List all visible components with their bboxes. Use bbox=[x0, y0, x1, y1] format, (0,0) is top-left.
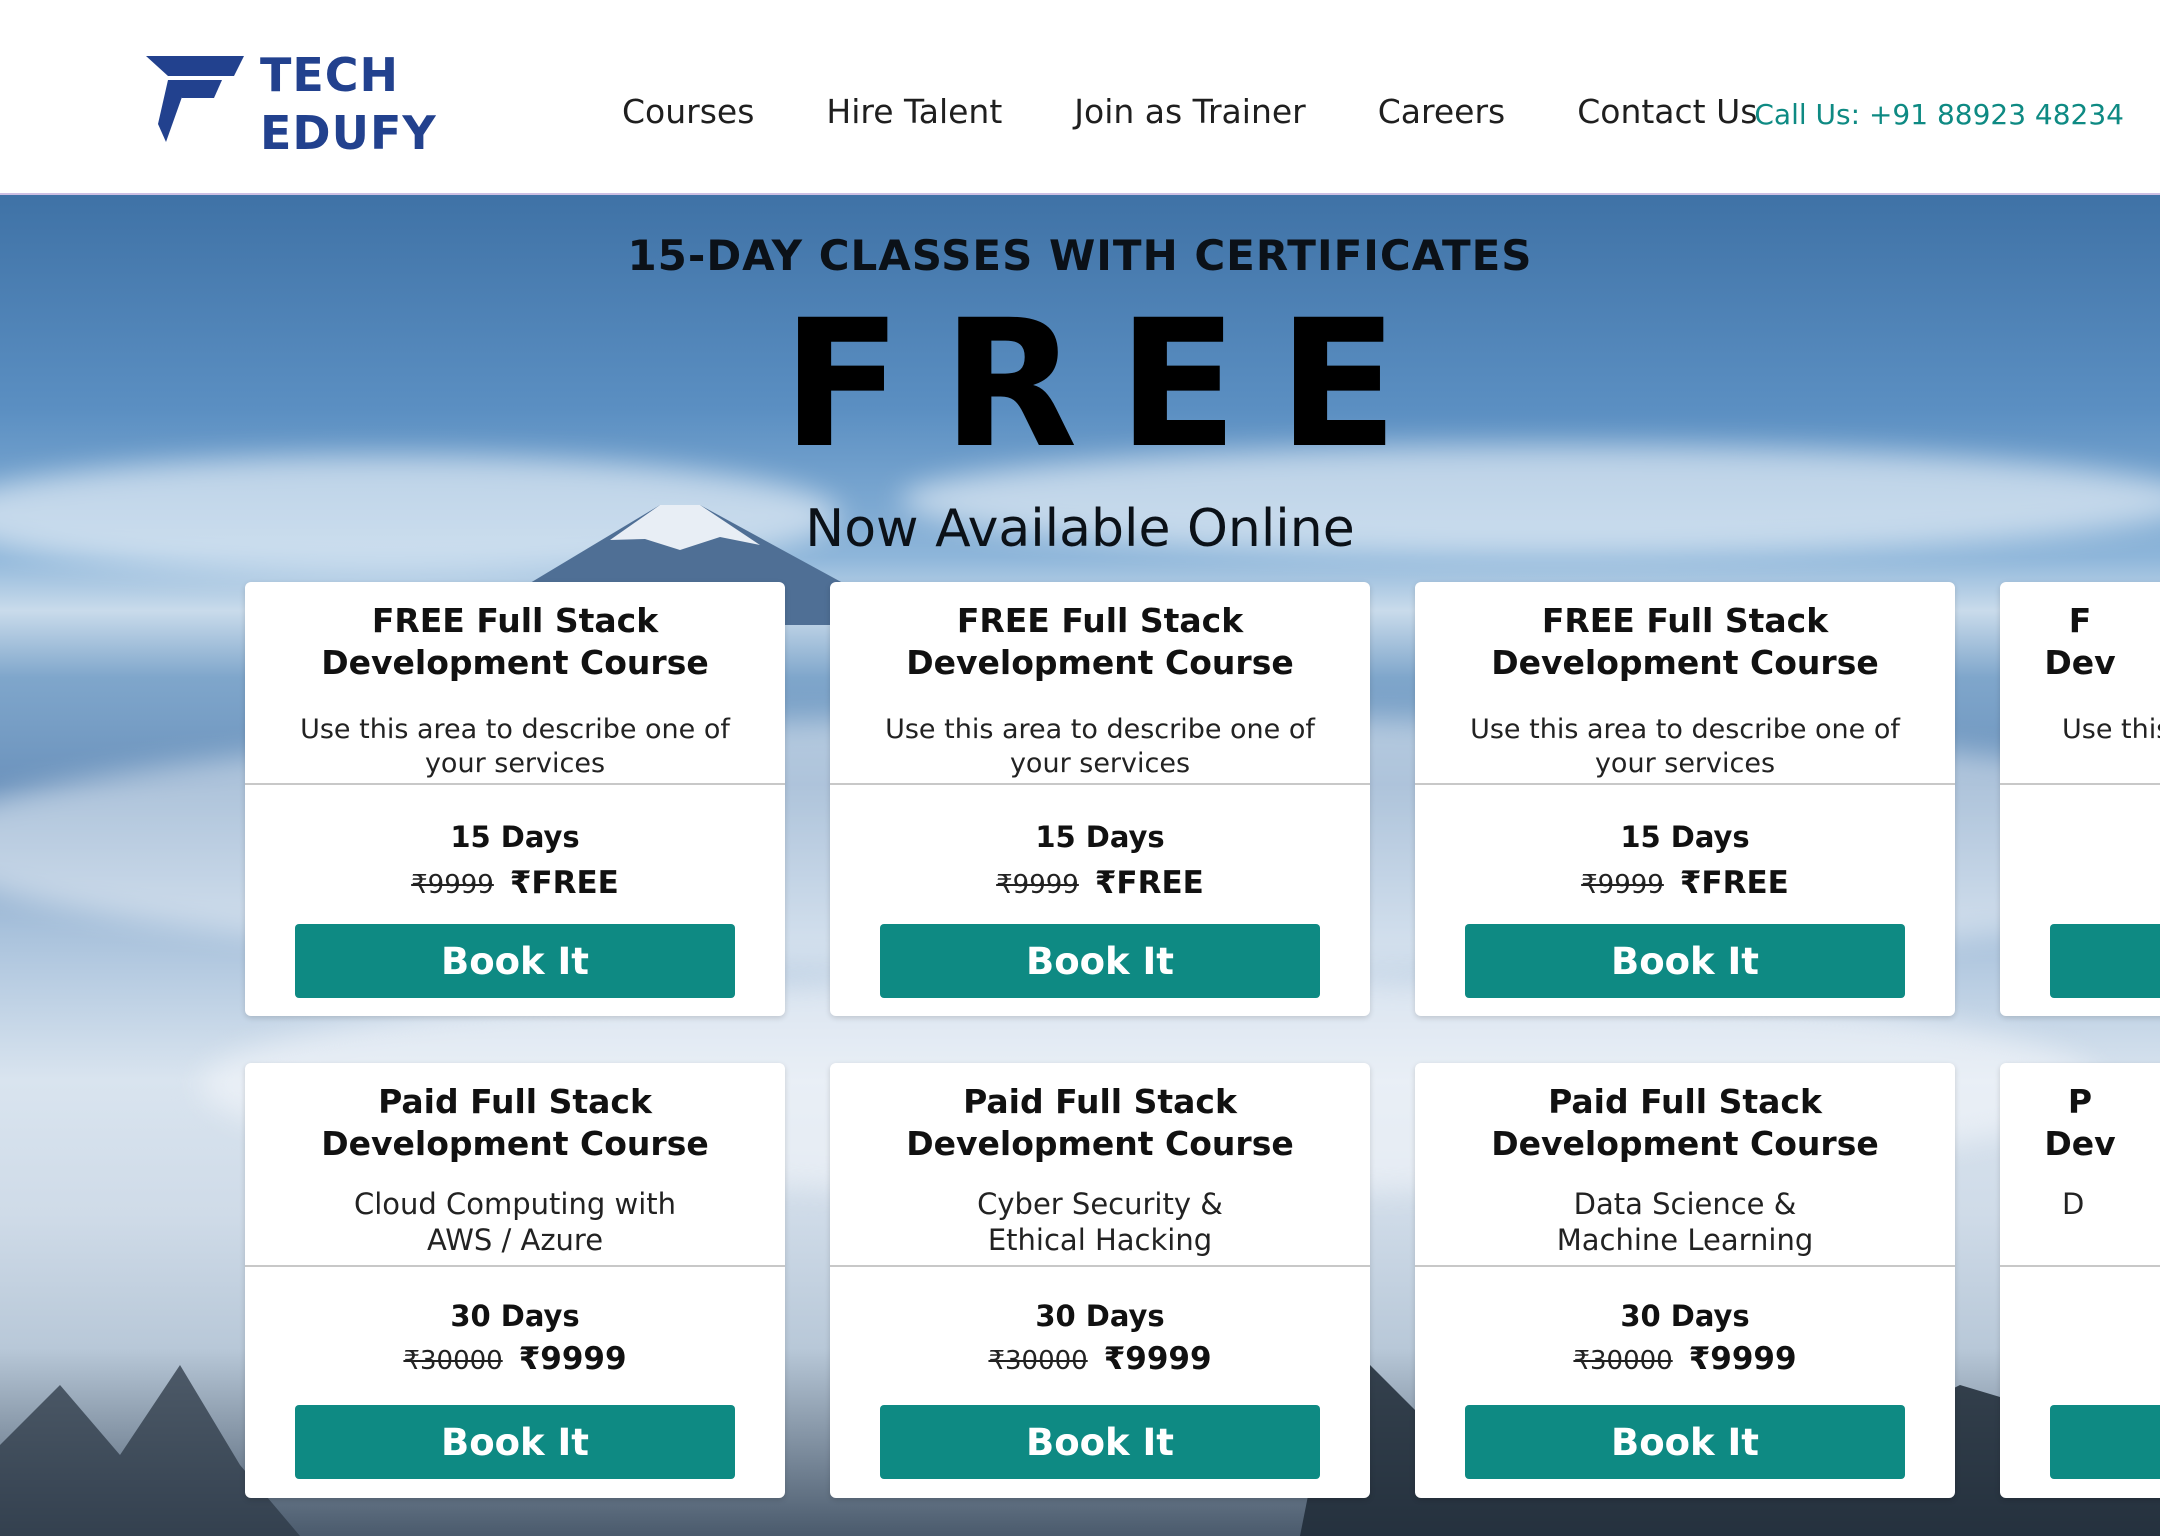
call-us-link[interactable]: Call Us: +91 88923 48234 bbox=[1754, 98, 2124, 131]
card-description: D bbox=[2062, 1187, 2085, 1221]
card-title: Paid Full Stack Development Course bbox=[321, 1082, 709, 1163]
card-duration: 30 Days bbox=[1035, 1299, 1165, 1333]
course-card-partial: F Dev Use this bbox=[2000, 582, 2160, 1016]
book-it-button[interactable]: Book It bbox=[295, 1405, 735, 1479]
new-price: ₹FREE bbox=[1679, 865, 1789, 901]
main-nav: Courses Hire Talent Join as Trainer Care… bbox=[622, 92, 1757, 131]
new-price: ₹9999 bbox=[518, 1341, 627, 1377]
card-divider bbox=[2000, 783, 2160, 785]
hero-section: 15-DAY CLASSES WITH CERTIFICATES FREE No… bbox=[0, 195, 2160, 1536]
course-card: FREE Full Stack Development Course Use t… bbox=[830, 582, 1370, 1016]
hero-headline: FREE bbox=[781, 282, 1439, 487]
course-card: Paid Full Stack Development Course Cyber… bbox=[830, 1063, 1370, 1498]
hero-subtitle: 15-DAY CLASSES WITH CERTIFICATES bbox=[627, 231, 1533, 280]
old-price: ₹9999 bbox=[411, 870, 494, 900]
card-duration: 15 Days bbox=[1035, 820, 1165, 854]
nav-careers[interactable]: Careers bbox=[1378, 92, 1505, 131]
old-price: ₹30000 bbox=[403, 1346, 503, 1376]
logo[interactable]: TECH EDUFY bbox=[144, 46, 444, 160]
course-card: FREE Full Stack Development Course Use t… bbox=[245, 582, 785, 1016]
new-price: ₹FREE bbox=[1094, 865, 1204, 901]
hero-tagline: Now Available Online bbox=[805, 499, 1355, 559]
card-price: ₹9999 ₹FREE bbox=[245, 865, 785, 901]
tech-edufy-logo-icon bbox=[146, 56, 244, 142]
site-header: TECH EDUFY Courses Hire Talent Join as T… bbox=[0, 0, 2160, 195]
card-duration: 30 Days bbox=[1620, 1299, 1750, 1333]
card-description: Cyber Security & Ethical Hacking bbox=[977, 1187, 1223, 1257]
card-title: FREE Full Stack Development Course bbox=[906, 601, 1294, 682]
nav-join-as-trainer[interactable]: Join as Trainer bbox=[1074, 92, 1305, 131]
logo-text-line1: TECH bbox=[260, 48, 400, 102]
card-price: ₹30000 ₹9999 bbox=[245, 1341, 785, 1377]
card-divider bbox=[830, 783, 1370, 785]
card-price: ₹9999 ₹FREE bbox=[1415, 865, 1955, 901]
book-it-button[interactable]: Book It bbox=[1465, 924, 1905, 998]
card-duration: 30 Days bbox=[450, 1299, 580, 1333]
old-price: ₹9999 bbox=[996, 870, 1079, 900]
logo-text: TECH EDUFY bbox=[260, 46, 437, 162]
course-card: Paid Full Stack Development Course Data … bbox=[1415, 1063, 1955, 1498]
card-duration: 15 Days bbox=[1620, 820, 1750, 854]
book-it-button[interactable]: Book It bbox=[880, 1405, 1320, 1479]
card-price: ₹30000 ₹9999 bbox=[830, 1341, 1370, 1377]
card-divider bbox=[2000, 1265, 2160, 1267]
new-price: ₹9999 bbox=[1103, 1341, 1212, 1377]
logo-text-line2: EDUFY bbox=[260, 106, 437, 160]
card-title: Paid Full Stack Development Course bbox=[906, 1082, 1294, 1163]
card-title: FREE Full Stack Development Course bbox=[321, 601, 709, 682]
card-title: Paid Full Stack Development Course bbox=[1491, 1082, 1879, 1163]
card-divider bbox=[245, 783, 785, 785]
book-it-button[interactable]: Book It bbox=[880, 924, 1320, 998]
old-price: ₹30000 bbox=[988, 1346, 1088, 1376]
card-description: Use this area to describe one of your se… bbox=[885, 714, 1315, 779]
old-price: ₹9999 bbox=[1581, 870, 1664, 900]
book-it-button[interactable] bbox=[2050, 1405, 2160, 1479]
card-divider bbox=[245, 1265, 785, 1267]
nav-courses[interactable]: Courses bbox=[622, 92, 754, 131]
course-card: FREE Full Stack Development Course Use t… bbox=[1415, 582, 1955, 1016]
nav-contact-us[interactable]: Contact Us bbox=[1577, 92, 1757, 131]
card-divider bbox=[830, 1265, 1370, 1267]
card-title: P Dev bbox=[2044, 1082, 2116, 1163]
card-divider bbox=[1415, 783, 1955, 785]
card-description: Use this bbox=[2062, 714, 2160, 745]
nav-hire-talent[interactable]: Hire Talent bbox=[826, 92, 1002, 131]
course-card-partial: P Dev D bbox=[2000, 1063, 2160, 1498]
card-title: FREE Full Stack Development Course bbox=[1491, 601, 1879, 682]
card-description: Use this area to describe one of your se… bbox=[1470, 714, 1900, 779]
card-price: ₹30000 ₹9999 bbox=[1415, 1341, 1955, 1377]
old-price: ₹30000 bbox=[1573, 1346, 1673, 1376]
book-it-button[interactable]: Book It bbox=[295, 924, 735, 998]
card-price: ₹9999 ₹FREE bbox=[830, 865, 1370, 901]
card-title: F Dev bbox=[2044, 601, 2116, 682]
card-description: Use this area to describe one of your se… bbox=[300, 714, 730, 779]
book-it-button[interactable]: Book It bbox=[1465, 1405, 1905, 1479]
new-price: ₹FREE bbox=[509, 865, 619, 901]
card-description: Cloud Computing with AWS / Azure bbox=[353, 1187, 677, 1257]
card-description: Data Science & Machine Learning bbox=[1556, 1187, 1814, 1257]
card-divider bbox=[1415, 1265, 1955, 1267]
course-card: Paid Full Stack Development Course Cloud… bbox=[245, 1063, 785, 1498]
card-duration: 15 Days bbox=[450, 820, 580, 854]
book-it-button[interactable] bbox=[2050, 924, 2160, 998]
new-price: ₹9999 bbox=[1688, 1341, 1797, 1377]
